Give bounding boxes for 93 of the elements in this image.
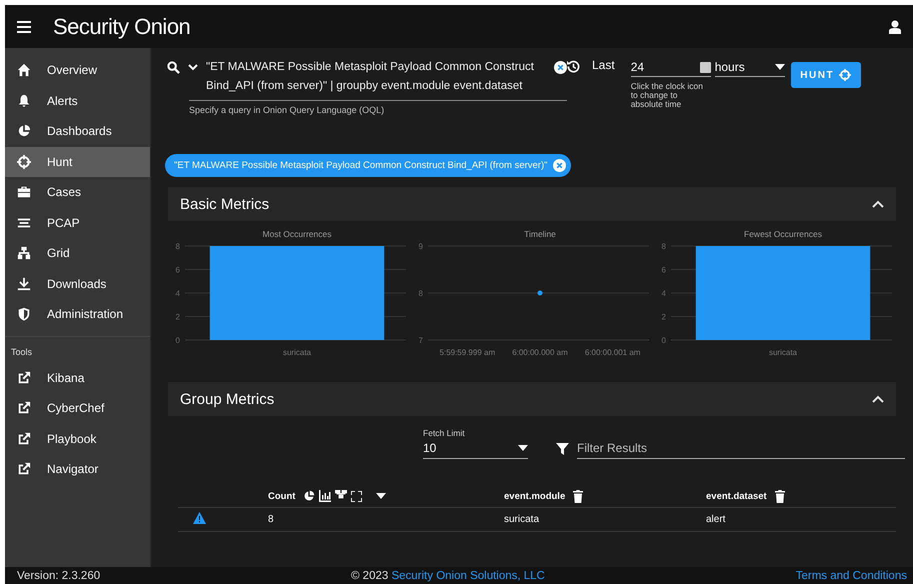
column-header[interactable]: event.dataset <box>706 490 767 502</box>
panel-title: Basic Metrics <box>180 196 270 212</box>
pie-chart-icon <box>17 124 31 138</box>
axis-label: 5:59:59.999 am <box>440 348 496 357</box>
unit-select[interactable]: hours <box>714 58 785 77</box>
shield-icon <box>17 307 31 322</box>
copyright-text: © 2023 Security Onion Solutions, LLC <box>351 570 545 582</box>
version-text: Version: 2.3.260 <box>17 570 100 582</box>
duration-field[interactable]: 24 <box>630 58 711 77</box>
panel-title: Group Metrics <box>180 390 274 408</box>
delete-icon[interactable] <box>573 490 584 502</box>
table-cell-text: alert <box>706 514 726 525</box>
network-icon <box>17 246 31 260</box>
tick-label: 2 <box>176 312 180 322</box>
panel-header[interactable]: Group Metrics <box>168 382 896 416</box>
history-icon[interactable] <box>567 60 580 73</box>
query-hint: Specify a query in Onion Query Language (OQL) <box>189 105 386 115</box>
nav-item[interactable]: Downloads <box>5 268 150 299</box>
filter-field[interactable]: Filter Results <box>577 438 905 459</box>
axis-label: suricata <box>769 348 797 357</box>
fetch-limit-select[interactable]: 10 <box>423 438 528 459</box>
tick-label: 0 <box>662 336 666 345</box>
section-label: Tools <box>10 346 34 358</box>
pie-chart-icon[interactable] <box>303 490 316 502</box>
nav-item[interactable]: Alerts <box>5 86 150 116</box>
external-link-icon <box>17 370 31 385</box>
nav-item[interactable]: Overview <box>5 55 150 86</box>
tick-label: 7 <box>418 336 423 345</box>
tick-label: 0 <box>176 336 180 345</box>
chart-title: Fewest Occurrences <box>744 229 822 239</box>
tick-label: 4 <box>176 289 180 298</box>
delete-icon[interactable] <box>774 490 785 502</box>
nav-item[interactable]: PCAP <box>5 208 150 238</box>
tick-label: 9 <box>418 242 423 251</box>
table-cell-text: 8 <box>268 514 275 525</box>
caret-icon <box>518 445 528 451</box>
external-link[interactable]: Navigator <box>5 454 150 484</box>
external-link-icon <box>17 462 31 476</box>
tick-label: 4 <box>662 289 666 298</box>
nav-item[interactable]: Grid <box>5 238 150 268</box>
external-link-icon <box>17 401 31 416</box>
expand-icon[interactable] <box>351 490 362 502</box>
nav-item[interactable]: Administration <box>5 299 150 330</box>
axis-label: 6:00:00.000 am <box>512 348 568 357</box>
axis-label: suricata <box>283 348 311 357</box>
external-link[interactable]: CyberChef <box>5 393 150 424</box>
search-icon[interactable] <box>167 61 180 74</box>
tick-label: 2 <box>662 312 666 322</box>
bell-icon <box>17 94 31 108</box>
remove-icon[interactable] <box>552 159 566 172</box>
home-icon <box>17 63 31 78</box>
nav-item[interactable]: Cases <box>5 177 150 208</box>
collapse-icon[interactable] <box>872 395 884 403</box>
nav-item[interactable]: Hunt <box>5 146 150 177</box>
caret-icon <box>774 64 785 70</box>
terms-link[interactable]: Terms and Conditions <box>796 570 907 582</box>
external-link[interactable]: Kibana <box>5 362 150 393</box>
briefcase-icon <box>17 185 31 200</box>
lines-icon <box>17 216 31 230</box>
company-link[interactable]: Security Onion Solutions, LLC <box>391 570 545 582</box>
crosshair-icon <box>839 69 852 81</box>
collapse-icon[interactable] <box>872 200 884 208</box>
axis-label: 6:00:00.001 am <box>584 348 640 357</box>
menu-icon[interactable] <box>17 20 31 32</box>
tick-label: 8 <box>176 242 180 251</box>
tick-label: 6 <box>176 266 180 274</box>
time-hint: Click the clock icon to change to absolute time <box>630 82 704 109</box>
query-field[interactable]: "ET MALWARE Possible Metasploit Payload Common Construct Bind_API (from server)" | groupby event.module event.dataset <box>206 58 546 96</box>
tick-label: 8 <box>662 242 666 251</box>
nav-item[interactable]: Dashboards <box>5 116 150 146</box>
column-header[interactable]: event.module <box>504 490 566 502</box>
crosshair-icon <box>17 154 31 169</box>
column-header[interactable]: Count <box>268 490 296 502</box>
external-link-icon <box>17 432 31 446</box>
tick-label: 8 <box>418 289 423 298</box>
tick-label: 6 <box>662 266 666 274</box>
chart-title: Most Occurrences <box>262 229 332 239</box>
chart-title: Timeline <box>524 229 556 239</box>
user-icon[interactable] <box>889 20 901 34</box>
chevron-down-icon[interactable] <box>188 64 198 72</box>
warning-icon[interactable] <box>193 512 206 524</box>
caret-icon <box>376 492 386 498</box>
download-icon <box>17 276 31 291</box>
table-cell-text: suricata <box>504 514 540 525</box>
field-label: Fetch Limit <box>423 428 466 438</box>
app-logo: Security Onion <box>53 14 190 40</box>
data-point <box>538 290 542 296</box>
clear-icon[interactable] <box>554 61 567 74</box>
external-link[interactable]: Playbook <box>5 424 150 454</box>
range-label: Last <box>592 58 615 72</box>
panel-header[interactable]: Basic Metrics <box>168 187 896 221</box>
filter-icon <box>556 442 569 454</box>
bar-chart-icon[interactable] <box>319 490 332 502</box>
